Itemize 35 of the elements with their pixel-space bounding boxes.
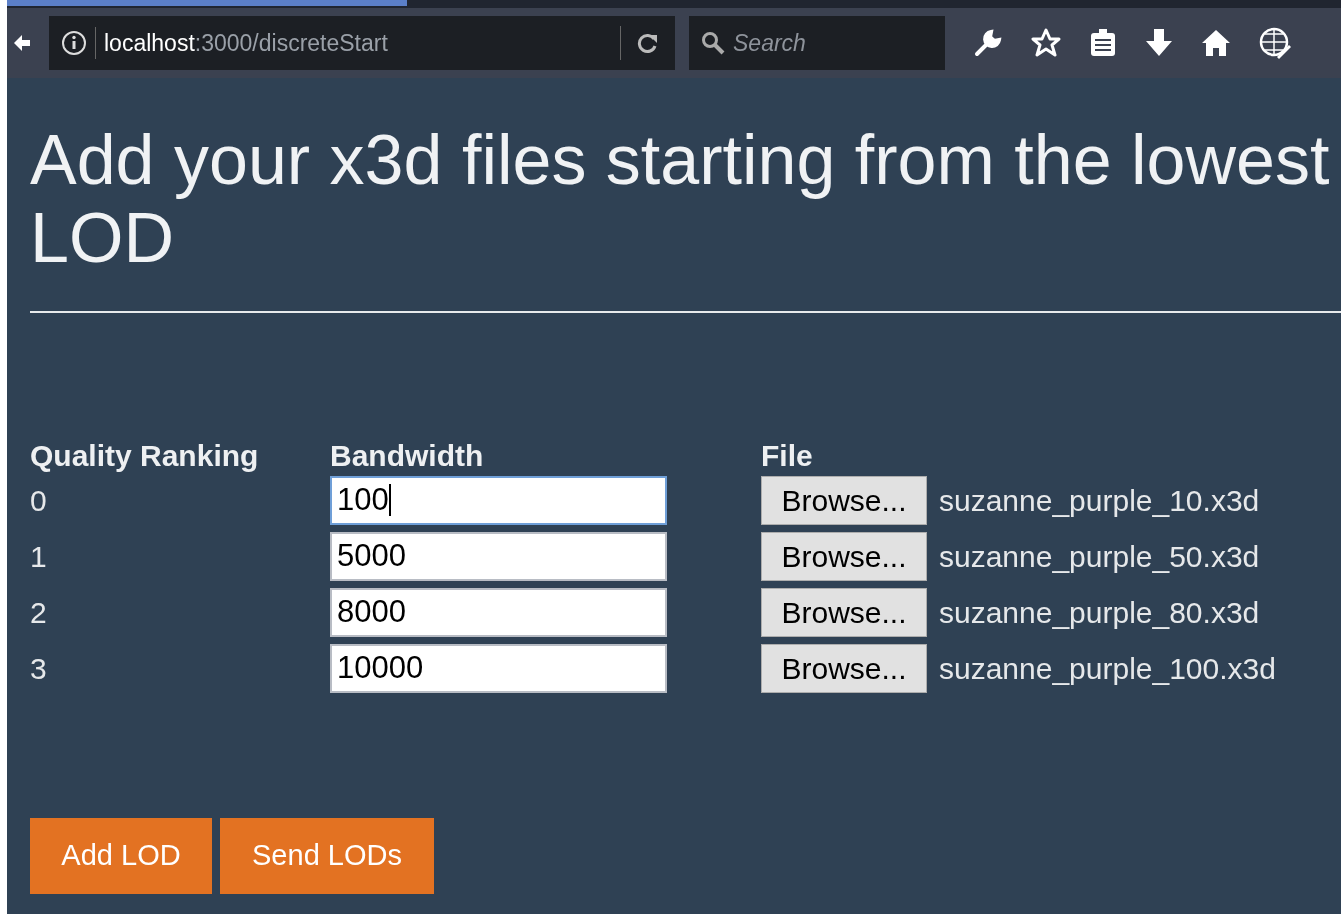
bandwidth-field[interactable]: 5000 <box>330 531 667 581</box>
file-name: suzanne_purple_50.x3d <box>939 538 1260 575</box>
search-icon <box>701 31 725 55</box>
clipboard-icon[interactable] <box>1089 28 1117 58</box>
file-name: suzanne_purple_80.x3d <box>939 594 1260 631</box>
browse-button[interactable]: Browse... <box>761 643 927 693</box>
browse-button[interactable]: Browse... <box>761 531 927 581</box>
search-placeholder: Search <box>733 28 806 58</box>
rank-text: 3 <box>30 651 47 685</box>
browse-button[interactable]: Browse... <box>761 587 927 637</box>
bandwidth-field[interactable]: 10000 <box>330 643 667 693</box>
reload-icon[interactable] <box>637 32 659 54</box>
star-icon[interactable] <box>1031 28 1061 58</box>
search-field[interactable]: Search <box>689 16 945 70</box>
column-header: File <box>761 438 813 472</box>
wrench-icon[interactable] <box>973 28 1003 58</box>
home-icon[interactable] <box>1201 28 1231 58</box>
download-icon[interactable] <box>1145 28 1173 58</box>
address-bar[interactable]: localhost:3000/discreteStart <box>49 16 675 70</box>
browse-button[interactable]: Browse... <box>761 475 927 525</box>
file-name: suzanne_purple_100.x3d <box>939 650 1276 687</box>
rank-text: 0 <box>30 483 47 517</box>
bandwidth-field[interactable]: 100 <box>330 475 667 525</box>
globe-pencil-icon[interactable] <box>1259 27 1291 59</box>
page-heading: Add your x3d files starting from the lowest LOD <box>30 121 1331 277</box>
back-icon[interactable] <box>14 34 30 52</box>
column-header: Quality Ranking <box>30 438 259 472</box>
file-name: suzanne_purple_10.x3d <box>939 482 1260 519</box>
info-icon[interactable] <box>61 30 87 56</box>
column-header: Bandwidth <box>330 438 484 472</box>
url-path: :3000/discreteStart <box>194 28 388 58</box>
bandwidth-field[interactable]: 8000 <box>330 587 667 637</box>
url-host: localhost <box>104 28 195 58</box>
rank-text: 1 <box>30 539 47 573</box>
rank-text: 2 <box>30 595 47 629</box>
